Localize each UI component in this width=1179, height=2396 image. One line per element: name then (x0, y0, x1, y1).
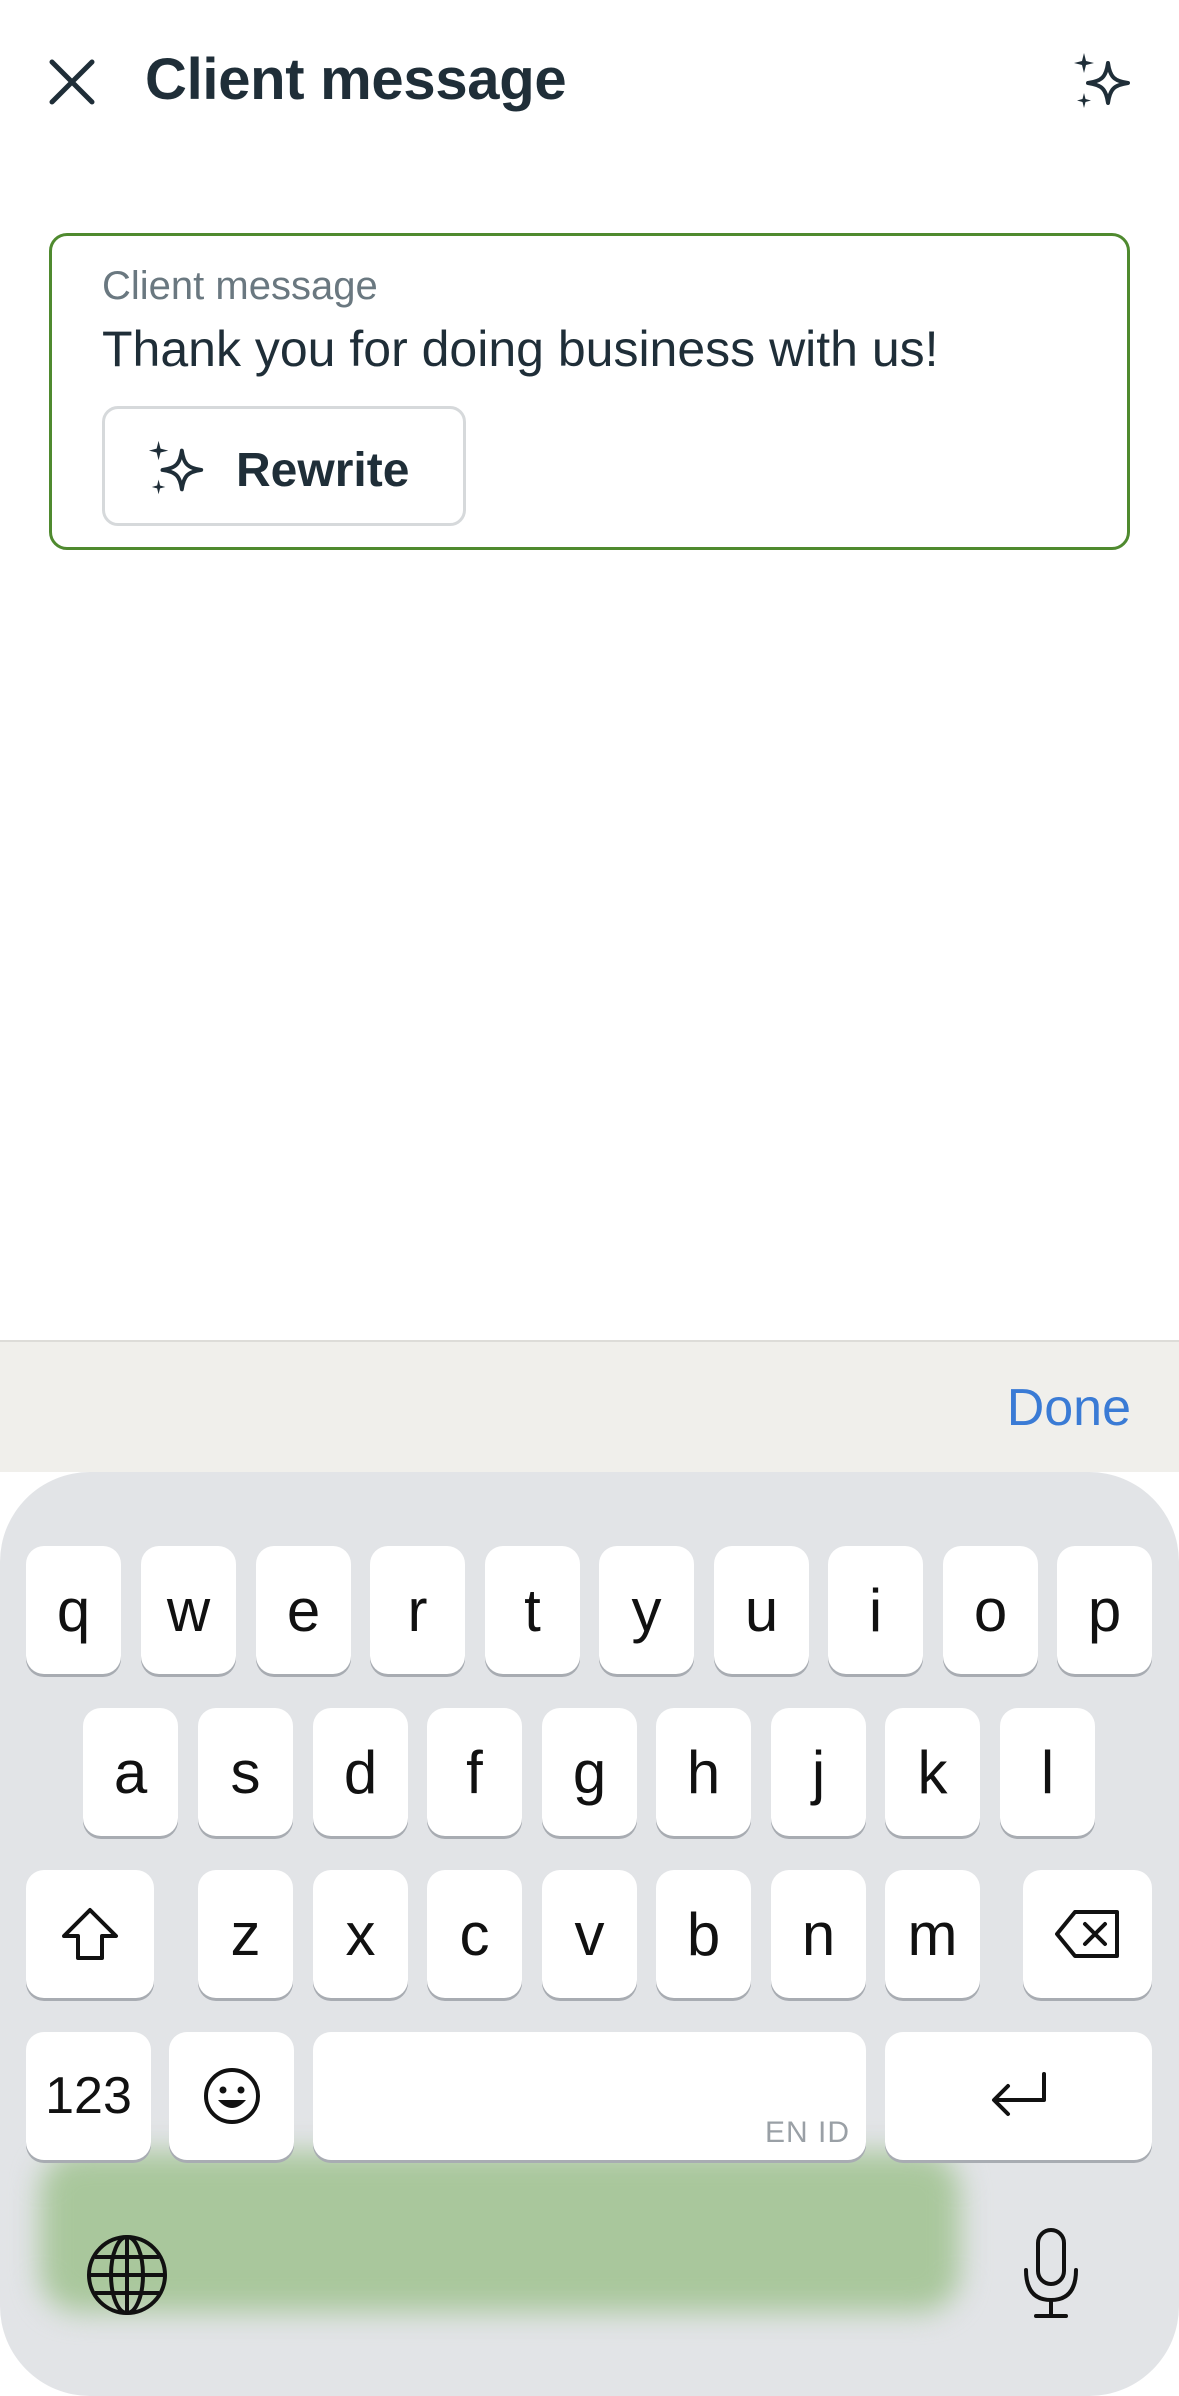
globe-button[interactable] (82, 2230, 172, 2320)
key-t[interactable]: t (485, 1546, 580, 1674)
key-i[interactable]: i (828, 1546, 923, 1674)
client-message-field[interactable]: Client message Thank you for doing busin… (49, 233, 1130, 550)
space-language-label: EN ID (764, 2116, 850, 2149)
space-bar[interactable]: EN ID (313, 2032, 866, 2160)
key-u[interactable]: u (714, 1546, 809, 1674)
header: Client message (0, 0, 1179, 165)
key-k[interactable]: k (885, 1708, 980, 1836)
key-j[interactable]: j (771, 1708, 866, 1836)
key-n[interactable]: n (771, 1870, 866, 1998)
numbers-key[interactable]: 123 (26, 2032, 151, 2160)
key-a[interactable]: a (83, 1708, 178, 1836)
key-p[interactable]: p (1057, 1546, 1152, 1674)
key-e[interactable]: e (256, 1546, 351, 1674)
key-d[interactable]: d (313, 1708, 408, 1836)
emoji-key[interactable] (169, 2032, 294, 2160)
emoji-icon (203, 2068, 260, 2124)
key-o[interactable]: o (943, 1546, 1038, 1674)
key-r[interactable]: r (370, 1546, 465, 1674)
field-label: Client message (102, 264, 378, 308)
rewrite-button[interactable]: Rewrite (102, 406, 466, 526)
page-title: Client message (145, 47, 567, 112)
rewrite-label: Rewrite (236, 444, 410, 497)
key-l[interactable]: l (1000, 1708, 1095, 1836)
key-b[interactable]: b (656, 1870, 751, 1998)
dictation-button[interactable] (1006, 2224, 1096, 2324)
key-g[interactable]: g (542, 1708, 637, 1836)
sparkles-icon (1074, 53, 1130, 108)
keyboard-toolbar: Done (0, 1340, 1179, 1472)
message-input[interactable]: Thank you for doing business with us! (102, 320, 939, 378)
backspace-key[interactable] (1023, 1870, 1152, 1998)
microphone-icon (1024, 2228, 1078, 2318)
key-z[interactable]: z (198, 1870, 293, 1998)
shift-icon (62, 1908, 118, 1960)
key-v[interactable]: v (542, 1870, 637, 1998)
done-button[interactable]: Done (1007, 1378, 1131, 1438)
close-icon (49, 59, 95, 105)
key-f[interactable]: f (427, 1708, 522, 1836)
keyboard: q w e r t y u i o p a s d f g h j k l z … (0, 1472, 1179, 2396)
close-button[interactable] (40, 50, 104, 114)
key-y[interactable]: y (599, 1546, 694, 1674)
return-key[interactable] (885, 2032, 1152, 2160)
key-w[interactable]: w (141, 1546, 236, 1674)
globe-icon (87, 2235, 167, 2315)
return-icon (991, 2072, 1046, 2116)
screen: Client message Client message Thank you … (0, 0, 1179, 2396)
shift-key[interactable] (26, 1870, 154, 1998)
ai-assist-button[interactable] (1067, 46, 1139, 118)
sparkles-icon (148, 440, 204, 495)
key-m[interactable]: m (885, 1870, 980, 1998)
key-s[interactable]: s (198, 1708, 293, 1836)
key-c[interactable]: c (427, 1870, 522, 1998)
backspace-icon (1054, 1910, 1119, 1958)
key-x[interactable]: x (313, 1870, 408, 1998)
key-q[interactable]: q (26, 1546, 121, 1674)
keyboard-glow (40, 2152, 960, 2312)
key-h[interactable]: h (656, 1708, 751, 1836)
